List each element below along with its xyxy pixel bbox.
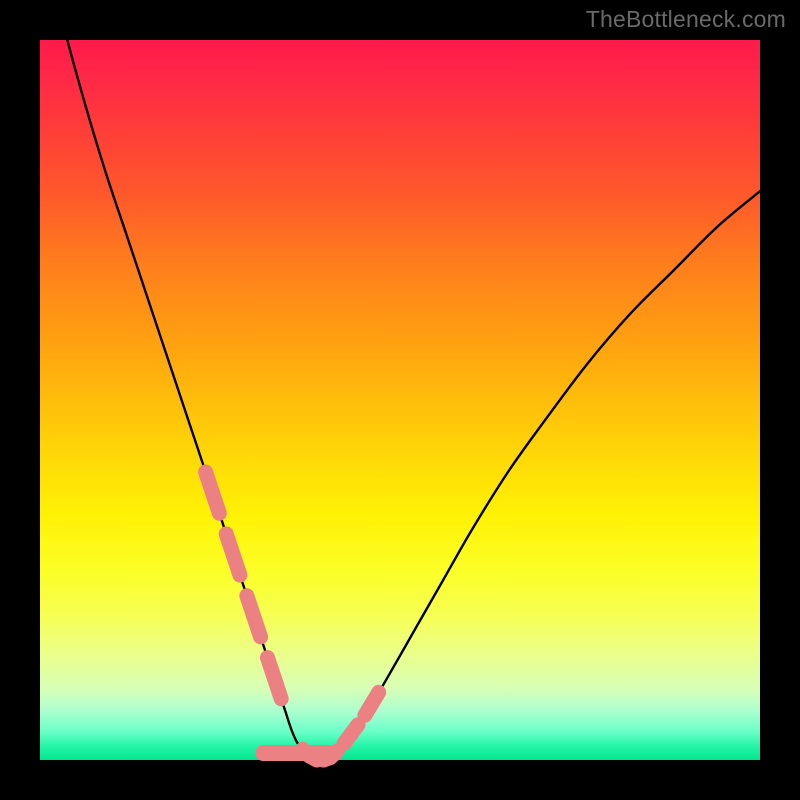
- bottleneck-curve: [40, 0, 760, 762]
- marker-segment: [212, 493, 219, 514]
- chart-frame: TheBottleneck.com: [0, 0, 800, 800]
- marker-segment: [233, 554, 240, 575]
- marker-segment: [274, 678, 281, 699]
- marker-group: [206, 472, 379, 760]
- watermark-text: TheBottleneck.com: [586, 6, 786, 33]
- marker-segment: [254, 616, 261, 637]
- curve-layer: [40, 40, 760, 760]
- plot-area: [40, 40, 760, 760]
- marker-segment: [351, 725, 358, 734]
- marker-segment: [372, 692, 379, 704]
